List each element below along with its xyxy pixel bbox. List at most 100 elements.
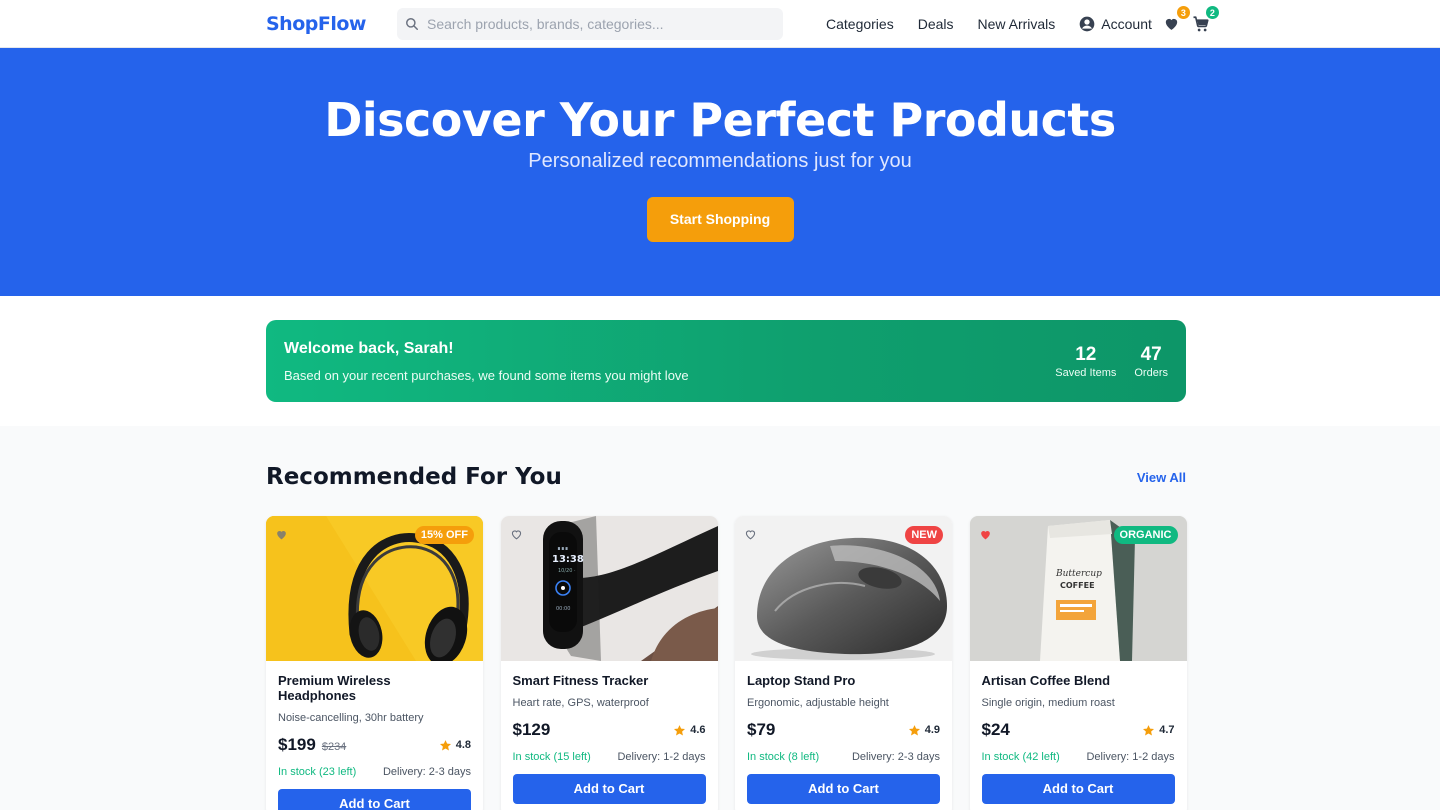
product-price: $199 <box>278 735 316 754</box>
product-info: Premium Wireless Headphones Noise-cancel… <box>266 661 483 810</box>
product-description: Noise-cancelling, 30hr battery <box>278 712 424 724</box>
hero-banner: Discover Your Perfect Products Personali… <box>0 48 1440 296</box>
price-row: $79 4.9 <box>747 720 940 740</box>
star-icon <box>439 739 451 750</box>
delivery-estimate: Delivery: 2-3 days <box>851 751 940 763</box>
product-name[interactable]: Smart Fitness Tracker <box>513 673 706 688</box>
svg-text:00:00: 00:00 <box>556 606 570 612</box>
nav-link-categories[interactable]: Categories <box>826 16 894 32</box>
add-to-cart-button[interactable]: Add to Cart <box>278 789 471 810</box>
add-to-cart-button[interactable]: Add to Cart <box>747 774 940 804</box>
nav-link-new-arrivals[interactable]: New Arrivals <box>978 16 1056 32</box>
cart-button[interactable]: 2 <box>1192 6 1219 33</box>
product-grid: 15% OFF Premium Wireless Headphones Nois… <box>266 516 1440 810</box>
heart-outline-icon[interactable] <box>744 528 757 541</box>
welcome-card: Welcome back, Sarah! Based on your recen… <box>266 320 1186 402</box>
rating-value: 4.6 <box>690 724 706 736</box>
product-description: Heart rate, GPS, waterproof <box>512 697 649 709</box>
heart-outline-icon[interactable] <box>510 528 523 541</box>
heart-icon <box>1165 18 1178 30</box>
price-row: $129 4.6 <box>513 720 706 740</box>
product-name[interactable]: Laptop Stand Pro <box>747 673 940 688</box>
stat-saved-items[interactable]: 12 Saved Items <box>1055 344 1116 379</box>
hero-title: Discover Your Perfect Products <box>324 93 1116 147</box>
product-image-fitness-tracker[interactable]: ∎∎∎ 13:38 10/20 · 00:00 <box>500 516 718 661</box>
svg-text:COFFEE: COFFEE <box>1060 581 1095 590</box>
product-card[interactable]: NEW Laptop Stand Pro Ergonomic, adjustab… <box>735 516 952 810</box>
product-card[interactable]: ∎∎∎ 13:38 10/20 · 00:00 Smart Fitness Tr… <box>500 516 718 810</box>
stat-label: Saved Items <box>1055 366 1117 379</box>
recommended-section: Recommended For You View All 15% OFF Pre… <box>0 426 1440 810</box>
heart-filled-icon[interactable] <box>979 528 992 541</box>
price-group: $199 $234 <box>278 735 346 755</box>
account-label: Account <box>1101 16 1152 32</box>
product-image-headphones[interactable]: 15% OFF <box>266 516 483 661</box>
wishlist-button[interactable]: 3 <box>1163 6 1190 33</box>
product-card[interactable]: 15% OFF Premium Wireless Headphones Nois… <box>266 516 483 810</box>
stock-status: In stock (42 left) <box>981 751 1060 763</box>
stat-label: Orders <box>1134 366 1168 379</box>
svg-text:∎∎∎: ∎∎∎ <box>557 545 568 552</box>
star-icon <box>674 724 686 735</box>
discount-badge: 15% OFF <box>414 526 474 544</box>
rating-value: 4.7 <box>1159 724 1175 736</box>
price-group: $79 <box>747 720 775 740</box>
price-group: $24 <box>982 720 1010 740</box>
welcome-greeting: Welcome back, Sarah! <box>284 339 454 357</box>
search-input[interactable] <box>427 16 767 32</box>
logo[interactable]: ShopFlow <box>266 13 366 35</box>
user-icon <box>1079 16 1095 32</box>
wishlist-count-badge: 3 <box>1176 6 1190 19</box>
delivery-estimate: Delivery: 1-2 days <box>617 751 706 763</box>
cart-icon <box>1193 16 1209 32</box>
product-rating: 4.7 <box>1142 724 1175 737</box>
product-name[interactable]: Premium Wireless Headphones <box>278 673 471 703</box>
price-row: $199 $234 4.8 <box>278 735 471 755</box>
stat-orders[interactable]: 47 Orders <box>1134 344 1168 379</box>
product-name[interactable]: Artisan Coffee Blend <box>982 673 1175 688</box>
welcome-section: Welcome back, Sarah! Based on your recen… <box>0 296 1440 426</box>
meta-row: In stock (42 left) Delivery: 1-2 days <box>982 751 1175 763</box>
new-badge: NEW <box>905 526 943 544</box>
user-stats: 12 Saved Items 47 Orders <box>1037 344 1168 379</box>
product-image-laptop-stand[interactable]: NEW <box>735 516 952 661</box>
price-group: $129 <box>513 720 551 740</box>
product-price: $129 <box>512 720 551 739</box>
search-bar[interactable] <box>397 8 783 40</box>
welcome-text: Welcome back, Sarah! Based on your recen… <box>284 340 689 383</box>
delivery-estimate: Delivery: 2-3 days <box>382 766 471 778</box>
organic-badge: ORGANIC <box>1113 526 1178 544</box>
add-to-cart-button[interactable]: Add to Cart <box>512 774 706 804</box>
svg-text:13:38: 13:38 <box>552 554 584 565</box>
product-rating: 4.9 <box>908 724 940 737</box>
product-rating: 4.6 <box>673 724 706 737</box>
welcome-message: Based on your recent purchases, we found… <box>284 367 689 383</box>
add-to-cart-button[interactable]: Add to Cart <box>981 774 1175 804</box>
meta-row: In stock (8 left) Delivery: 2-3 days <box>747 751 940 763</box>
meta-row: In stock (15 left) Delivery: 1-2 days <box>513 751 706 763</box>
cart-count-badge: 2 <box>1205 6 1219 19</box>
product-info: Laptop Stand Pro Ergonomic, adjustable h… <box>735 661 952 804</box>
heart-icon[interactable] <box>275 528 288 541</box>
hero-subtitle: Personalized recommendations just for yo… <box>528 150 912 172</box>
search-icon <box>406 18 418 30</box>
svg-text:10/20 ·: 10/20 · <box>558 568 576 574</box>
account-button[interactable]: Account <box>1079 16 1152 32</box>
nav-links: Categories Deals New Arrivals Account 3 … <box>826 0 1221 48</box>
product-card[interactable]: Buttercup COFFEE ORGANIC Artisan Coffee … <box>969 516 1187 810</box>
product-rating: 4.8 <box>439 739 471 752</box>
product-price: $79 <box>747 720 776 739</box>
top-nav: ShopFlow Categories Deals New Arrivals A… <box>0 0 1440 48</box>
product-image-coffee[interactable]: Buttercup COFFEE ORGANIC <box>969 516 1187 661</box>
rating-value: 4.9 <box>924 724 940 736</box>
stock-status: In stock (23 left) <box>278 766 357 778</box>
original-price: $234 <box>321 741 347 753</box>
star-icon <box>1143 724 1155 735</box>
stat-value: 12 <box>1075 343 1097 365</box>
fitness-tracker-illustration: ∎∎∎ 13:38 10/20 · 00:00 <box>500 516 718 661</box>
nav-link-deals[interactable]: Deals <box>918 16 954 32</box>
meta-row: In stock (23 left) Delivery: 2-3 days <box>278 766 471 778</box>
view-all-link[interactable]: View All <box>1137 470 1186 485</box>
start-shopping-button[interactable]: Start Shopping <box>646 197 794 242</box>
product-description: Single origin, medium roast <box>981 697 1115 709</box>
